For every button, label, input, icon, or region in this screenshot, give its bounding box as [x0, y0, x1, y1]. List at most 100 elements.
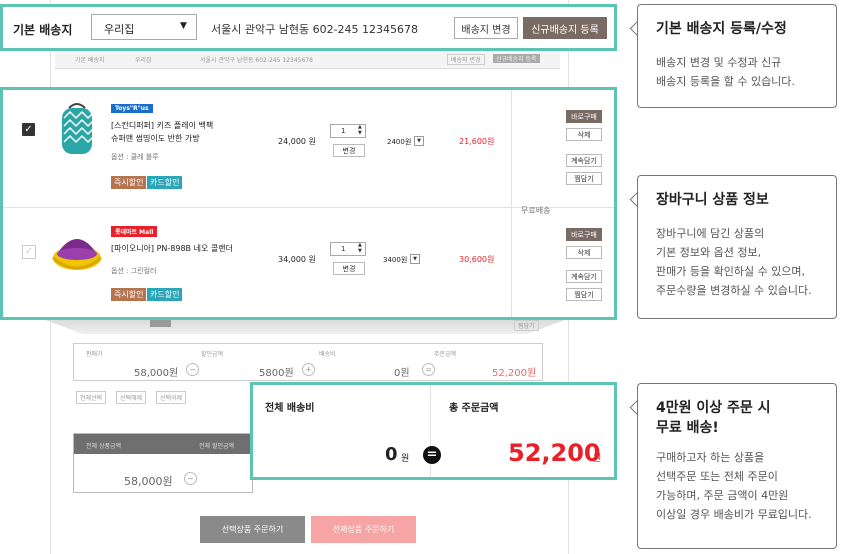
delivery-address: 서울시 관악구 남현동 602-245 12345678 — [211, 23, 419, 36]
colander-image — [52, 239, 102, 270]
item-name-line1[interactable]: [스칸디퍼퍼] 키즈 플레이 백팩 — [111, 120, 213, 131]
item-total: 21,600원 — [459, 137, 495, 146]
continue-add-button[interactable]: 계속담기 — [566, 270, 602, 283]
callout-desc: 배송지 변경 및 수정과 신규 배송지 등록을 할 수 있습니다. — [656, 53, 818, 91]
wishlist-button[interactable]: 찜담기 — [566, 172, 602, 185]
order-total-label: 총 주문금액 — [449, 403, 499, 414]
quantity-change-button[interactable]: 변경 — [333, 262, 365, 275]
order-selected-button[interactable]: 선택상품 주문하기 — [200, 516, 305, 543]
bg-new-button: 신규배송지 등록 — [493, 54, 540, 63]
callout-desc-line: 선택주문 또는 전체 주문이 — [656, 470, 778, 483]
dropdown-icon[interactable]: ▼ — [414, 136, 424, 146]
item-checkbox[interactable]: ✓ — [22, 245, 36, 259]
buy-now-button[interactable]: 바로구매 — [566, 110, 602, 123]
brand-badge: Toys"R"us — [111, 104, 153, 113]
callout-desc: 구매하고자 하는 상품을 선택주문 또는 전체 주문이 가능하며, 주문 금액이… — [656, 448, 818, 524]
bg-delivery-row: 기본 배송지 우리집 서울시 관악구 남현동 602-245 12345678 … — [55, 50, 560, 69]
bg-shadow-trapezoid — [40, 318, 570, 334]
callout-title: 장바구니 상품 정보 — [656, 192, 769, 208]
instant-discount-tag: 즉시할인 — [111, 288, 147, 301]
stepper-arrows-icon[interactable]: ▲ ▼ — [358, 124, 362, 136]
bg-plus-icon: + — [302, 363, 315, 376]
bg-sum-label-1: 할인금액 — [201, 351, 224, 358]
backpack-image — [62, 103, 95, 154]
bg-sum-value-1: 5800원 — [259, 368, 294, 379]
order-all-button[interactable]: 전체상품 주문하기 — [311, 516, 416, 543]
callout-title: 4만원 이상 주문 시 무료 배송! — [656, 400, 771, 436]
callout-desc-line: 판매가 등을 확인하실 수 있으며, — [656, 265, 806, 278]
callout-desc: 장바구니에 담긴 상품의 기본 정보와 옵션 정보, 판매가 등을 확인하실 수… — [656, 224, 818, 300]
delivery-highlight-frame: 기본 배송지 우리집 ▼ 서울시 관악구 남현동 602-245 1234567… — [0, 4, 617, 51]
callout-desc-line: 배송지 변경 및 수정과 신규 — [656, 56, 782, 69]
callout-delivery: 기본 배송지 등록/수정 배송지 변경 및 수정과 신규 배송지 등록을 할 수… — [637, 4, 837, 108]
wishlist-button[interactable]: 찜담기 — [566, 288, 602, 301]
bg-summary-box: 판매가 할인금액 배송비 주문금액 58,000원 5800원 0원 52,20… — [73, 343, 543, 381]
bg-delete-selected-button: 선택삭제 — [156, 391, 187, 404]
item-price: 34,000 원 — [278, 255, 316, 264]
bg-change-button: 배송지 변경 — [447, 54, 485, 65]
continue-add-button[interactable]: 계속담기 — [566, 154, 602, 167]
quantity-stepper[interactable]: 1 ▲ ▼ — [330, 242, 366, 256]
bg-sum-value-0: 58,000원 — [134, 368, 179, 379]
shipping-divider — [511, 90, 512, 317]
callout-desc-line: 구매하고자 하는 상품을 — [656, 451, 765, 464]
item-option: 옵션 : 쿨레 블루 — [111, 153, 159, 161]
order-summary-frame: 전체 배송비 총 주문금액 0 원 = 52,200 원 — [250, 382, 617, 480]
bg-deselect-button: 선택해제 — [116, 391, 147, 404]
bg-wish-button: 찜담기 — [514, 320, 539, 331]
callout-title: 기본 배송지 등록/수정 — [656, 21, 787, 37]
bg-total-table: 전체 상품금액 전체 할인금액 58,000원 − — [73, 433, 253, 493]
callout-desc-line: 배송지 등록을 할 수 있습니다. — [656, 75, 795, 88]
bg-total-header-2: 전체 할인금액 — [199, 443, 235, 450]
bg-delivery-address: 서울시 관악구 남현동 602-245 12345678 — [200, 57, 313, 64]
equals-icon: = — [423, 446, 441, 464]
bg-sum-label-3: 주문금액 — [434, 351, 457, 358]
dropdown-icon[interactable]: ▼ — [410, 254, 420, 264]
bg-delivery-select: 우리집 — [135, 57, 152, 64]
callout-desc-line: 가능하며, 주문 금액이 4만원 — [656, 489, 789, 502]
callout-desc-line: 주문수량을 변경하실 수 있습니다. — [656, 284, 812, 297]
bg-tag — [150, 320, 172, 327]
brand-badge: 롯데마트 Mall — [111, 226, 158, 237]
bg-minus-icon: − — [186, 363, 199, 376]
bg-sum-label-2: 배송비 — [319, 351, 336, 358]
delete-button[interactable]: 삭제 — [566, 128, 602, 141]
item-checkbox[interactable]: ✓ — [22, 123, 35, 136]
change-address-button[interactable]: 배송지 변경 — [454, 17, 518, 39]
delivery-select[interactable]: 우리집 ▼ — [91, 14, 197, 40]
quantity-stepper[interactable]: 1 ▲ ▼ — [330, 124, 366, 138]
delivery-select-value: 우리집 — [104, 23, 135, 36]
bg-sum-label-0: 판매가 — [86, 351, 103, 358]
item-name-line1[interactable]: [파이오니아] PN-898B 네오 콜랜더 — [111, 243, 233, 254]
item-option: 옵션 : 그린컬러 — [111, 267, 157, 275]
free-shipping-label: 무료배송 — [521, 206, 551, 215]
callout-desc-line: 장바구니에 담긴 상품의 — [656, 227, 765, 240]
order-total-value: 52,200 — [508, 439, 601, 467]
item-name-line2[interactable]: 슈퍼맨 썸띵이도 반한 가방 — [111, 133, 200, 144]
order-total-unit: 원 — [593, 454, 602, 464]
quantity-value: 1 — [341, 127, 346, 135]
buy-now-button[interactable]: 바로구매 — [566, 228, 602, 241]
bg-sum-value-3: 52,200원 — [492, 368, 537, 379]
bg-total-minus-icon: − — [184, 472, 197, 485]
bg-select-all-button: 전체선택 — [76, 391, 107, 404]
callout-desc-line: 기본 정보와 옵션 정보, — [656, 246, 762, 259]
instant-discount-tag: 즉시할인 — [111, 176, 147, 189]
shipping-total-unit: 원 — [401, 454, 410, 464]
item-total: 30,600원 — [459, 255, 495, 264]
stepper-arrows-icon[interactable]: ▲ ▼ — [358, 242, 362, 254]
delete-button[interactable]: 삭제 — [566, 246, 602, 259]
item-price: 24,000 원 — [278, 137, 316, 146]
bg-equals-icon: = — [422, 363, 435, 376]
callout-desc-line: 이상일 경우 배송비가 무료입니다. — [656, 508, 812, 521]
quantity-value: 1 — [341, 245, 346, 253]
card-discount-tag: 카드할인 — [147, 176, 183, 189]
new-address-button[interactable]: 신규배송지 등록 — [523, 17, 607, 39]
bg-total-header-1: 전체 상품금액 — [86, 443, 122, 450]
quantity-change-button[interactable]: 변경 — [333, 144, 365, 157]
callout-cart: 장바구니 상품 정보 장바구니에 담긴 상품의 기본 정보와 옵션 정보, 판매… — [637, 175, 837, 319]
item-point: 3400원 — [383, 256, 408, 264]
shipping-total-value: 0 — [385, 444, 398, 465]
bg-delivery-label: 기본 배송지 — [75, 57, 105, 64]
bg-total-value-1: 58,000원 — [124, 475, 173, 488]
